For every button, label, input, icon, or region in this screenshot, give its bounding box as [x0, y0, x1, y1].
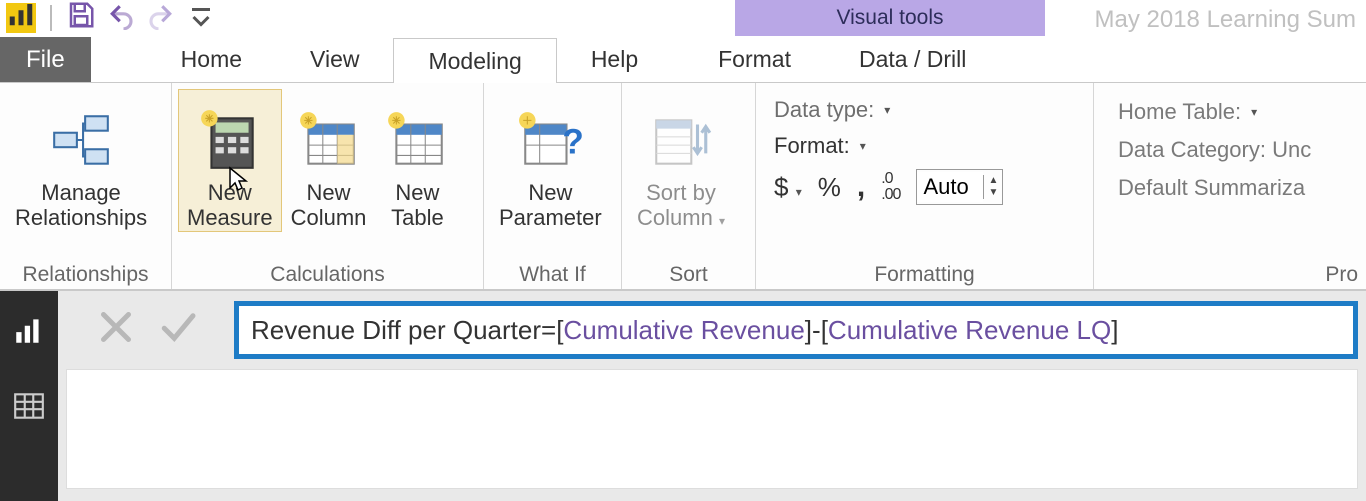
chevron-down-icon: ▾: [884, 103, 890, 117]
group-calculations: New Measure New Column New Table Calcula…: [172, 83, 484, 289]
group-whatif: ? New Parameter What If: [484, 83, 622, 289]
view-rail: [0, 291, 58, 501]
tab-home[interactable]: Home: [147, 37, 276, 82]
group-properties: Home Table: ▾ Data Category: Unc Default…: [1094, 83, 1366, 289]
formula-reference: Cumulative Revenue LQ: [828, 315, 1111, 346]
relationships-icon: [48, 108, 114, 174]
chevron-down-icon: ▾: [1251, 105, 1257, 119]
redo-icon[interactable]: [146, 0, 176, 36]
new-column-button[interactable]: New Column: [282, 89, 376, 232]
new-parameter-icon: ?: [517, 108, 583, 174]
report-canvas[interactable]: [66, 369, 1358, 489]
group-formatting: Data type: ▾ Format: ▾ $ ▾ % , .0.00 ▲▼: [756, 83, 1094, 289]
sort-icon: [648, 108, 714, 174]
new-table-icon: [384, 108, 450, 174]
formula-bar[interactable]: Revenue Diff per Quarter = [ Cumulative …: [234, 301, 1358, 359]
tab-format[interactable]: Format: [684, 37, 825, 82]
new-column-icon: [296, 108, 362, 174]
tab-file[interactable]: File: [0, 37, 91, 82]
format-dropdown[interactable]: Format: ▾: [774, 133, 1003, 159]
formula-bar-row: Revenue Diff per Quarter = [ Cumulative …: [58, 291, 1366, 369]
decimal-icon: .0.00: [881, 171, 900, 203]
app-logo: [6, 3, 36, 33]
group-sort: Sort by Column ▾ Sort: [622, 83, 756, 289]
sort-by-column-button[interactable]: Sort by Column ▾: [628, 89, 734, 232]
ribbon-tabs: File Home View Modeling Help Format Data…: [0, 37, 1366, 83]
tab-help[interactable]: Help: [557, 37, 672, 82]
chevron-down-icon: ▾: [719, 214, 725, 228]
default-summarization-dropdown[interactable]: Default Summariza: [1118, 175, 1311, 201]
decimal-places-stepper[interactable]: ▲▼: [916, 169, 1003, 205]
svg-text:?: ?: [563, 122, 584, 161]
chevron-down-icon: ▾: [796, 185, 802, 199]
data-view-button[interactable]: [8, 385, 50, 427]
new-measure-icon: [197, 108, 263, 174]
ribbon: Manage Relationships Relationships New M…: [0, 83, 1366, 291]
mouse-cursor-icon: [227, 166, 251, 194]
formula-reference: Cumulative Revenue: [563, 315, 804, 346]
document-title: May 2018 Learning Sum: [1095, 6, 1357, 34]
workspace: Revenue Diff per Quarter = [ Cumulative …: [0, 291, 1366, 501]
contextual-tab-title: Visual tools: [735, 0, 1045, 36]
save-icon[interactable]: [66, 0, 96, 36]
tab-data-drill[interactable]: Data / Drill: [825, 37, 1000, 82]
formula-measure-name: Revenue Diff per Quarter: [251, 315, 541, 346]
new-measure-button[interactable]: New Measure: [178, 89, 282, 232]
chevron-down-icon: ▾: [860, 139, 866, 153]
data-category-dropdown[interactable]: Data Category: Unc: [1118, 137, 1311, 163]
new-parameter-button[interactable]: ? New Parameter: [490, 89, 611, 232]
home-table-dropdown[interactable]: Home Table: ▾: [1118, 99, 1311, 125]
thousands-separator-button[interactable]: ,: [857, 170, 865, 204]
group-relationships: Manage Relationships Relationships: [0, 83, 172, 289]
manage-relationships-button[interactable]: Manage Relationships: [6, 89, 156, 232]
cancel-formula-button[interactable]: [96, 307, 136, 353]
undo-icon[interactable]: [106, 0, 136, 36]
currency-button[interactable]: $ ▾: [774, 172, 802, 203]
stepper-down-icon[interactable]: ▼: [984, 187, 1002, 199]
data-type-dropdown[interactable]: Data type: ▾: [774, 97, 1003, 123]
qat-dropdown-icon[interactable]: [186, 2, 216, 35]
quick-access-toolbar: [0, 0, 735, 36]
report-view-button[interactable]: [8, 309, 50, 351]
decimal-places-input[interactable]: [917, 172, 983, 202]
tab-modeling[interactable]: Modeling: [393, 38, 556, 83]
percent-button[interactable]: %: [818, 172, 841, 203]
new-table-button[interactable]: New Table: [375, 89, 459, 232]
commit-formula-button[interactable]: [158, 307, 198, 353]
separator: [50, 5, 52, 31]
stepper-up-icon[interactable]: ▲: [984, 175, 1002, 187]
tab-view[interactable]: View: [276, 37, 393, 82]
